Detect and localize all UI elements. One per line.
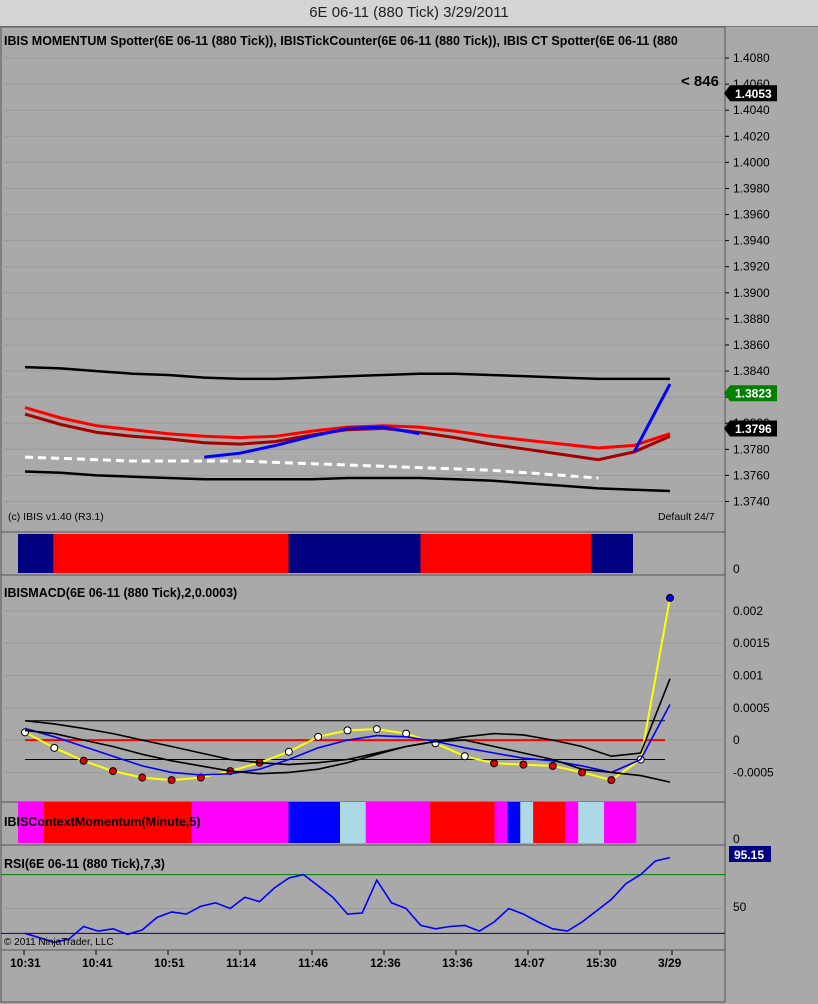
- time-tick-label: 14:07: [514, 956, 545, 970]
- time-tick-label: 15:30: [586, 956, 617, 970]
- macd-tick-label: 0.0005: [733, 701, 770, 715]
- price-tick-label: 1.3860: [733, 338, 770, 352]
- price-tick-label: 1.3760: [733, 468, 770, 482]
- macd-point: [607, 776, 616, 785]
- price-tick-label: 1.4080: [733, 51, 770, 65]
- color-bar-1-segment: [53, 534, 289, 573]
- color-bar-2-segment: [533, 802, 566, 843]
- color-bar-2-header: IBISContextMomentum(Minute,5): [4, 815, 201, 829]
- ninjatrader-copyright: © 2011 NinjaTrader, LLC: [4, 937, 114, 948]
- macd-tick-label: 0.002: [733, 604, 763, 618]
- time-tick-label: 3/29: [658, 956, 682, 970]
- macd-tick-label: 0.001: [733, 668, 763, 682]
- color-bar-2-segment: [494, 802, 508, 843]
- session-label: Default 24/7: [658, 511, 715, 523]
- chart-canvas[interactable]: 1.40801.40601.40401.40201.40001.39801.39…: [0, 0, 818, 1004]
- color-bar-1-segment: [420, 534, 592, 573]
- price-tick-label: 1.3880: [733, 312, 770, 326]
- price-tick-label: 1.3960: [733, 208, 770, 222]
- macd-point: [519, 760, 528, 769]
- macd-panel-header: IBISMACD(6E 06-11 (880 Tick),2,0.0003): [4, 586, 237, 600]
- price-badge: 1.4053: [724, 85, 777, 102]
- macd-point: [79, 756, 88, 765]
- time-tick-label: 10:41: [82, 956, 113, 970]
- time-tick-label: 13:36: [442, 956, 473, 970]
- color-bar-2-segment: [340, 802, 366, 843]
- price-panel-header: IBIS MOMENTUM Spotter(6E 06-11 (880 Tick…: [4, 34, 678, 48]
- color-bar-1-segment: [288, 534, 421, 573]
- time-tick-label: 11:14: [226, 956, 256, 970]
- color-bar-1-zero-label: 0: [733, 562, 740, 576]
- price-tick-label: 1.4000: [733, 155, 770, 169]
- macd-tick-label: -0.0005: [733, 765, 774, 779]
- time-tick-label: 11:46: [298, 956, 328, 970]
- macd-point: [284, 747, 293, 756]
- macd-tick-label: 0.0015: [733, 636, 770, 650]
- time-tick-label: 10:31: [10, 956, 41, 970]
- price-tick-label: 1.4020: [733, 129, 770, 143]
- macd-axis: 0.002 0.0015 0.001 0.0005 0 -0.0005: [733, 604, 774, 780]
- price-tick-label: 1.3920: [733, 260, 770, 274]
- price-panel-copyright: (c) IBIS v1.40 (R3.1): [8, 511, 104, 523]
- macd-panel-frame: [0, 574, 726, 803]
- price-badge-label: 1.3796: [735, 422, 772, 436]
- color-bar-2-segment: [430, 802, 495, 843]
- rsi-mid-label: 50: [733, 900, 747, 914]
- price-badge: 1.3823: [724, 385, 777, 402]
- color-bar-2-segment: [365, 802, 431, 843]
- rsi-value-badge: 95.15: [729, 846, 771, 862]
- color-bar-2-segment: [288, 802, 340, 843]
- macd-point: [548, 761, 557, 770]
- macd-point: [108, 767, 117, 776]
- macd-point: [460, 752, 469, 761]
- time-tick-label: 12:36: [370, 956, 401, 970]
- price-tick-label: 1.4040: [733, 103, 770, 117]
- price-badge-label: 1.3823: [735, 387, 772, 401]
- price-badge: 1.3796: [724, 420, 777, 437]
- color-bar-2-segment: [191, 802, 289, 843]
- price-tick-label: 1.3740: [733, 494, 770, 508]
- color-bar-2-segment: [507, 802, 521, 843]
- price-tick-label: 1.3900: [733, 286, 770, 300]
- macd-point: [343, 726, 352, 735]
- macd-point: [666, 593, 674, 602]
- color-bar-2-segment: [565, 802, 579, 843]
- price-tick-label: 1.3840: [733, 364, 770, 378]
- rsi-panel-header: RSI(6E 06-11 (880 Tick),7,3): [4, 857, 165, 871]
- svg-text:95.15: 95.15: [734, 848, 764, 862]
- price-tick-label: 1.3780: [733, 442, 770, 456]
- color-bar-2-segment: [578, 802, 605, 843]
- color-bar-2-segment: [604, 802, 637, 843]
- macd-point: [138, 773, 147, 782]
- tick-counter-label: < 846: [681, 73, 719, 90]
- color-bar-2-zero-label: 0: [733, 832, 740, 846]
- color-bar-2-segment: [520, 802, 534, 843]
- time-tick-label: 10:51: [154, 956, 185, 970]
- macd-point: [490, 759, 499, 768]
- color-bar-1: [18, 534, 634, 573]
- macd-point: [372, 725, 381, 734]
- price-axis: 1.40801.40601.40401.40201.40001.39801.39…: [724, 51, 777, 508]
- macd-point: [314, 732, 323, 741]
- price-tick-label: 1.3980: [733, 181, 770, 195]
- chart-window: 6E 06-11 (880 Tick) 3/29/2011 1.4080 1.40…: [0, 0, 818, 1004]
- price-badge-label: 1.4053: [735, 87, 772, 101]
- time-axis: 10:31 10:41 10:51 11:14 11:46 12:36 13:36 14:07…: [0, 949, 726, 1003]
- macd-point: [167, 776, 176, 785]
- color-bar-1-segment: [18, 534, 54, 573]
- color-bar-1-segment: [591, 534, 634, 573]
- macd-point: [50, 743, 59, 752]
- price-tick-label: 1.3940: [733, 234, 770, 248]
- macd-tick-label: 0: [733, 733, 740, 747]
